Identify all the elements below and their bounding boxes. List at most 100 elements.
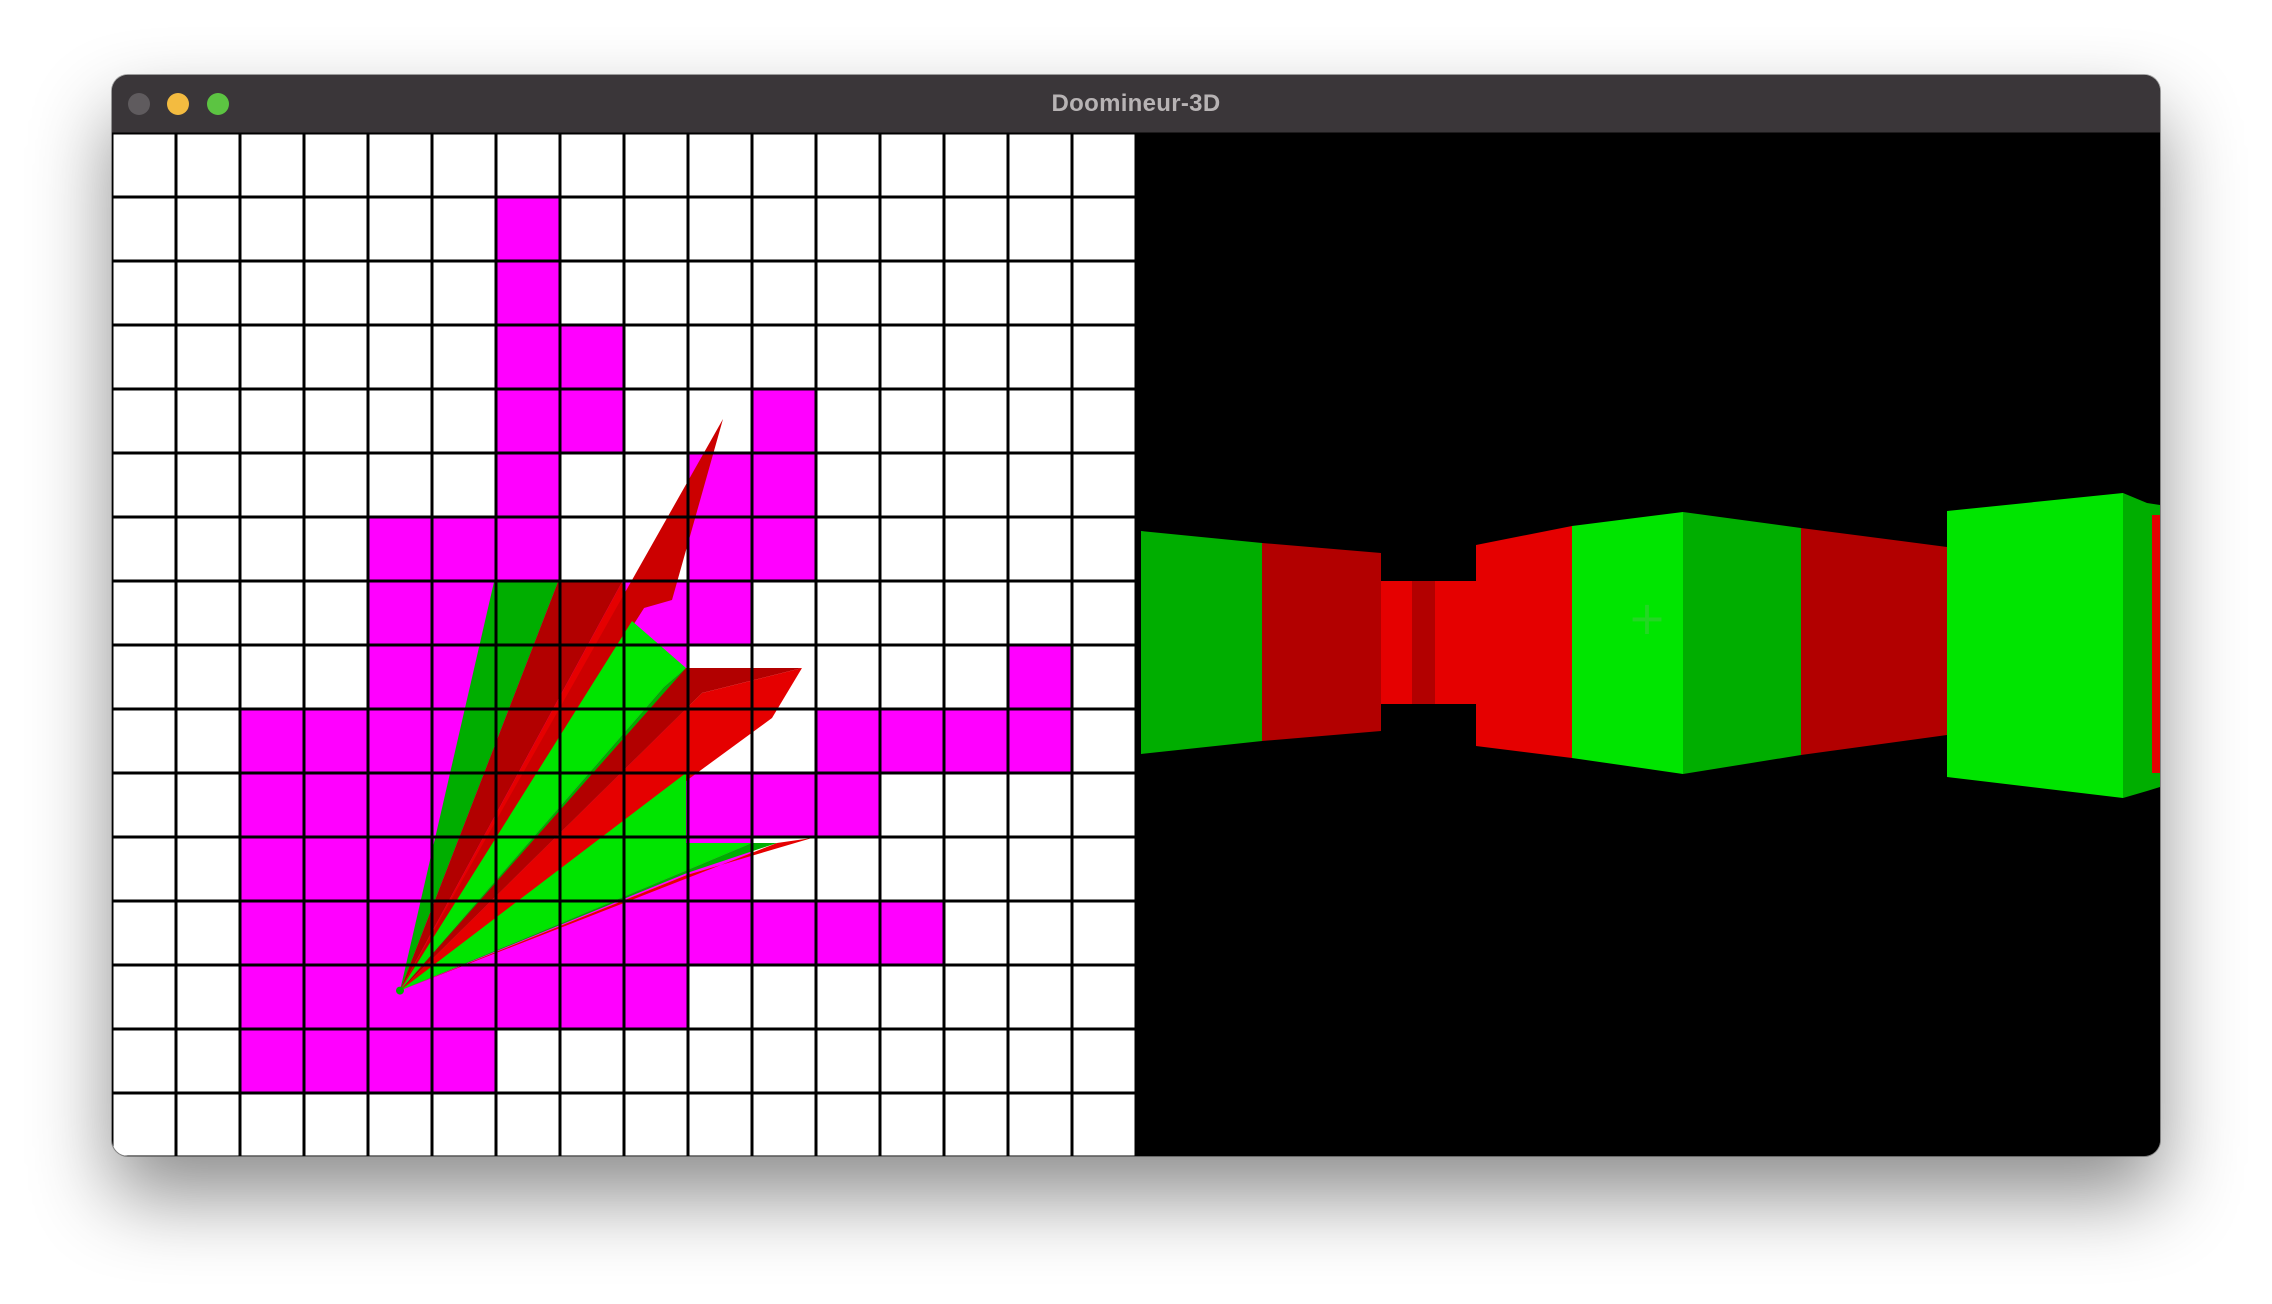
window-title: Doomineur-3D bbox=[1051, 90, 1221, 117]
map-floor-cell bbox=[880, 389, 944, 453]
map-floor-cell bbox=[1072, 965, 1135, 1029]
title-bar[interactable]: Doomineur-3D bbox=[112, 75, 2160, 133]
map-floor-cell bbox=[432, 133, 496, 197]
map-floor-cell bbox=[432, 453, 496, 517]
map-floor-cell bbox=[432, 261, 496, 325]
map-floor-cell bbox=[240, 517, 304, 581]
map-floor-cell bbox=[880, 453, 944, 517]
map-wall-cell bbox=[880, 709, 944, 773]
map-floor-cell bbox=[752, 581, 816, 645]
map-floor-cell bbox=[1008, 325, 1072, 389]
map-floor-cell bbox=[368, 325, 432, 389]
map-wall-cell bbox=[560, 325, 624, 389]
map-floor-cell bbox=[1072, 581, 1135, 645]
map-floor-cell bbox=[1072, 837, 1135, 901]
map-floor-cell bbox=[752, 1093, 816, 1156]
map-wall-cell bbox=[1008, 645, 1072, 709]
map-floor-cell bbox=[240, 133, 304, 197]
wall-slice bbox=[1947, 493, 2123, 798]
map-floor-cell bbox=[1008, 1029, 1072, 1093]
map-floor-cell bbox=[944, 325, 1008, 389]
wall-slice bbox=[1262, 543, 1381, 741]
map-floor-cell bbox=[1072, 133, 1135, 197]
map-floor-cell bbox=[176, 453, 240, 517]
map-floor-cell bbox=[112, 133, 176, 197]
map-floor-cell bbox=[176, 901, 240, 965]
map-floor-cell bbox=[304, 645, 368, 709]
map-floor-cell bbox=[176, 325, 240, 389]
map-floor-cell bbox=[816, 517, 880, 581]
map-wall-cell bbox=[496, 453, 560, 517]
map-floor-cell bbox=[240, 1093, 304, 1156]
map-floor-cell bbox=[880, 261, 944, 325]
map-floor-cell bbox=[240, 581, 304, 645]
map-floor-cell bbox=[688, 325, 752, 389]
map-floor-cell bbox=[368, 453, 432, 517]
map-wall-cell bbox=[368, 709, 432, 773]
map-floor-cell bbox=[752, 325, 816, 389]
map-floor-cell bbox=[752, 133, 816, 197]
map-floor-cell bbox=[240, 645, 304, 709]
map-floor-cell bbox=[304, 453, 368, 517]
map-floor-cell bbox=[944, 517, 1008, 581]
map-floor-cell bbox=[624, 197, 688, 261]
map-wall-cell bbox=[560, 965, 624, 1029]
wall-slice bbox=[1141, 531, 1262, 754]
map-wall-cell bbox=[560, 389, 624, 453]
map-floor-cell bbox=[816, 581, 880, 645]
player-marker bbox=[396, 986, 404, 995]
map-floor-cell bbox=[1008, 517, 1072, 581]
map-floor-cell bbox=[176, 965, 240, 1029]
map-floor-cell bbox=[112, 645, 176, 709]
map-floor-cell bbox=[880, 1093, 944, 1156]
map-floor-cell bbox=[1072, 261, 1135, 325]
map-floor-cell bbox=[176, 773, 240, 837]
map-floor-cell bbox=[432, 197, 496, 261]
map-floor-cell bbox=[560, 517, 624, 581]
map-floor-cell bbox=[112, 389, 176, 453]
map-floor-cell bbox=[112, 517, 176, 581]
map-floor-cell bbox=[944, 581, 1008, 645]
map-floor-cell bbox=[560, 261, 624, 325]
map-wall-cell bbox=[240, 965, 304, 1029]
map-floor-cell bbox=[112, 325, 176, 389]
map-floor-cell bbox=[816, 645, 880, 709]
map-floor-cell bbox=[688, 389, 752, 453]
map-floor-cell bbox=[176, 581, 240, 645]
map-floor-cell bbox=[240, 261, 304, 325]
game-canvas[interactable]: + bbox=[112, 133, 2160, 1156]
map-floor-cell bbox=[944, 1029, 1008, 1093]
map-floor-cell bbox=[176, 837, 240, 901]
map-floor-cell bbox=[816, 965, 880, 1029]
map-floor-cell bbox=[816, 197, 880, 261]
map-wall-cell bbox=[752, 389, 816, 453]
map-floor-cell bbox=[112, 197, 176, 261]
map-floor-cell bbox=[880, 965, 944, 1029]
map-floor-cell bbox=[688, 1093, 752, 1156]
map-wall-cell bbox=[432, 517, 496, 581]
map-floor-cell bbox=[112, 1093, 176, 1156]
map-floor-cell bbox=[304, 1093, 368, 1156]
minimap bbox=[112, 133, 1135, 1156]
map-floor-cell bbox=[176, 197, 240, 261]
map-floor-cell bbox=[880, 517, 944, 581]
wall-slice bbox=[1476, 526, 1572, 758]
map-wall-cell bbox=[688, 581, 752, 645]
map-floor-cell bbox=[624, 389, 688, 453]
map-wall-cell bbox=[240, 901, 304, 965]
map-floor-cell bbox=[816, 133, 880, 197]
map-floor-cell bbox=[368, 1093, 432, 1156]
map-floor-cell bbox=[688, 965, 752, 1029]
map-floor-cell bbox=[368, 261, 432, 325]
map-floor-cell bbox=[176, 517, 240, 581]
map-floor-cell bbox=[816, 453, 880, 517]
map-floor-cell bbox=[304, 261, 368, 325]
map-wall-cell bbox=[368, 517, 432, 581]
map-floor-cell bbox=[1072, 709, 1135, 773]
map-floor-cell bbox=[176, 709, 240, 773]
map-floor-cell bbox=[880, 325, 944, 389]
map-floor-cell bbox=[304, 517, 368, 581]
map-floor-cell bbox=[816, 325, 880, 389]
map-wall-cell bbox=[368, 837, 432, 901]
map-floor-cell bbox=[368, 389, 432, 453]
